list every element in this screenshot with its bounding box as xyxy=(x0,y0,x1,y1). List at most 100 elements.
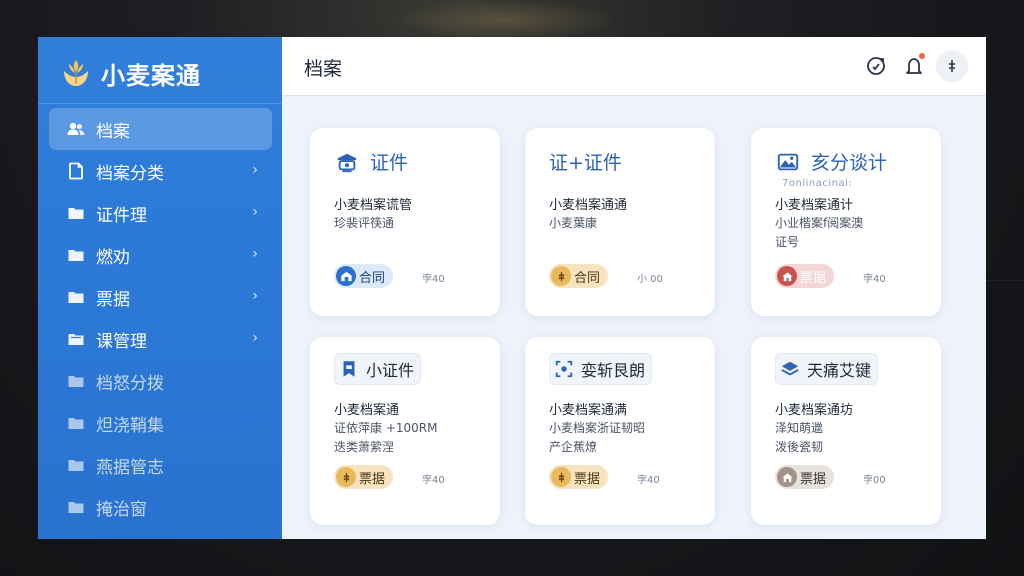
card-name: 小麦档案通 xyxy=(334,403,400,418)
folder-icon xyxy=(66,497,86,517)
card-tag[interactable]: 合同 xyxy=(334,264,394,288)
card-title: 小证件 xyxy=(334,353,422,385)
card-description: 小业楷案f阅案澳 证号 xyxy=(775,216,864,249)
sidebar-item-6[interactable]: 档怒分拨 xyxy=(49,360,272,402)
card-title-text: 亥分谈计 xyxy=(811,152,888,174)
card-meta: 孛40 xyxy=(422,475,445,486)
document-icon xyxy=(66,161,86,181)
card-meta: 孛40 xyxy=(422,274,445,285)
folder-open-icon xyxy=(66,329,86,349)
sidebar-item-label: 燕据管志 xyxy=(96,457,164,478)
tag-wheat-icon xyxy=(336,467,356,487)
card-description: 珍裴评筷通 xyxy=(334,216,395,230)
notification-dot xyxy=(919,53,925,59)
card-tag-label: 票据 xyxy=(800,270,827,286)
top-bar: 档案 xyxy=(282,37,986,96)
sidebar-item-5[interactable]: 课管理 › xyxy=(49,318,272,360)
sidebar-item-8[interactable]: 燕据管志 xyxy=(49,444,272,486)
more-button[interactable] xyxy=(936,50,968,82)
sidebar-item-label: 证件理 xyxy=(96,205,147,226)
background-decoration xyxy=(983,280,1024,321)
card-title-text: 证+证件 xyxy=(549,152,622,174)
tag-wheat-icon xyxy=(551,266,571,286)
card-meta: 小 00 xyxy=(637,274,663,285)
brand[interactable]: 小麦案通 xyxy=(60,47,201,99)
card-title-text: 小证件 xyxy=(366,361,415,380)
tag-building-icon xyxy=(336,266,356,286)
card-description: 小麦葉康 xyxy=(549,216,598,230)
sidebar-item-label: 票据 xyxy=(96,289,130,310)
tag-house-icon xyxy=(777,467,797,487)
chevron-right-icon: › xyxy=(252,288,258,304)
card-tag[interactable]: 票据 xyxy=(549,465,609,489)
users-icon xyxy=(66,119,86,139)
card-tag-label: 合同 xyxy=(574,270,601,286)
card-subtitle: 7onlinacinal: xyxy=(782,178,853,189)
card-tag[interactable]: 票据 xyxy=(775,465,835,489)
tag-house-icon xyxy=(777,266,797,286)
sidebar: 小麦案通 档案 档案分类 › 证件理 › 燃劝 › 票据 › 课管理 › 档怒分拨 炟浇鞘集 燕据管志 掩治… xyxy=(38,37,282,539)
main-area: 档案 证件 小麦档案谎管 珍裴评筷通 合同 孛40 证+证件 小麦档案通通 小麦… xyxy=(282,37,986,539)
sidebar-item-3[interactable]: 燃劝 › xyxy=(49,234,272,276)
card-description: 泽知萌邋 泼後瓷韧 xyxy=(775,421,824,454)
archive-card[interactable]: 证件 小麦档案谎管 珍裴评筷通 合同 孛40 xyxy=(310,128,500,316)
card-tag-label: 票据 xyxy=(359,471,386,487)
card-tag[interactable]: 票据 xyxy=(775,264,835,288)
card-title: 天痛艾键 xyxy=(775,353,879,385)
chevron-right-icon: › xyxy=(252,246,258,262)
card-name: 小麦档案通通 xyxy=(549,198,628,213)
card-tag-label: 合同 xyxy=(359,270,386,286)
card-tag[interactable]: 票据 xyxy=(334,465,394,489)
app-window: 小麦案通 档案 档案分类 › 证件理 › 燃劝 › 票据 › 课管理 › 档怒分拨 炟浇鞘集 燕据管志 掩治… xyxy=(38,37,986,539)
chevron-right-icon: › xyxy=(252,330,258,346)
sidebar-item-label: 炟浇鞘集 xyxy=(96,415,164,436)
top-actions xyxy=(854,50,968,82)
card-description: 小麦档案浙证韧昭 产企蕉燎 xyxy=(549,421,646,454)
card-title-text: 娈斩艮朗 xyxy=(581,361,646,380)
card-tag[interactable]: 合同 xyxy=(549,264,609,288)
folder-icon xyxy=(66,413,86,433)
sidebar-item-4[interactable]: 票据 › xyxy=(49,276,272,318)
tag-wheat-icon xyxy=(551,467,571,487)
app-name: 小麦案通 xyxy=(101,61,201,90)
landscape-icon xyxy=(775,149,801,175)
card-name: 小麦档案通满 xyxy=(549,403,628,418)
wheat-logo-icon xyxy=(64,60,88,86)
folder-icon xyxy=(66,245,86,265)
card-title: 证件 xyxy=(334,148,408,175)
refresh-icon xyxy=(867,57,885,75)
folder-icon xyxy=(66,203,86,223)
sidebar-item-label: 档案 xyxy=(96,121,130,142)
scan-icon xyxy=(553,358,575,380)
sidebar-item-2[interactable]: 证件理 › xyxy=(49,192,272,234)
folder-icon xyxy=(66,287,86,307)
card-grid: 证件 小麦档案谎管 珍裴评筷通 合同 孛40 证+证件 小麦档案通通 小麦葉康 合同小 00 亥分… xyxy=(310,128,956,525)
bookmark-icon xyxy=(338,358,360,380)
card-name: 小麦档案通坊 xyxy=(775,403,854,418)
archive-card[interactable]: 娈斩艮朗 小麦档案通满 小麦档案浙证韧昭 产企蕉燎 票据 孛40 xyxy=(525,337,715,525)
sidebar-item-1[interactable]: 档案分类 › xyxy=(49,150,272,192)
badge-icon xyxy=(334,149,360,175)
archive-card[interactable]: 天痛艾键 小麦档案通坊 泽知萌邋 泼後瓷韧 票据 孛00 xyxy=(751,337,941,525)
sidebar-item-label: 掩治窗 xyxy=(96,499,147,520)
notification-button[interactable] xyxy=(898,50,930,82)
refresh-button[interactable] xyxy=(860,50,892,82)
sidebar-item-label: 档案分类 xyxy=(96,163,164,184)
sidebar-item-label: 燃劝 xyxy=(96,247,130,268)
card-title: 亥分谈计 xyxy=(775,148,887,175)
sidebar-item-7[interactable]: 炟浇鞘集 xyxy=(49,402,272,444)
chevron-right-icon: › xyxy=(252,204,258,220)
sidebar-nav: 档案 档案分类 › 证件理 › 燃劝 › 票据 › 课管理 › 档怒分拨 炟浇鞘集 燕据管志 掩治窗 xyxy=(49,108,272,528)
sidebar-item-9[interactable]: 掩治窗 xyxy=(49,486,272,528)
archive-card[interactable]: 亥分谈计 7onlinacinal: 小麦档案通计 小业楷案f阅案澳 证号 票据 孛40 xyxy=(751,128,941,316)
card-title: 证+证件 xyxy=(549,148,622,175)
archive-card[interactable]: 证+证件小麦档案通通 小麦葉康合同 小 00 xyxy=(525,128,715,316)
more-icon xyxy=(949,60,955,72)
archive-card[interactable]: 小证件小麦档案通证依萍康 +100RM 迭类萧萦涅票据 孛40 xyxy=(310,337,500,525)
sidebar-item-0[interactable]: 档案 xyxy=(49,108,272,150)
card-title-text: 证件 xyxy=(370,152,409,174)
card-title-text: 天痛艾键 xyxy=(807,361,872,380)
card-tag-label: 票据 xyxy=(574,471,601,487)
card-description: 证依萍康 +100RM 迭类萧萦涅 xyxy=(334,421,438,454)
card-title: 娈斩艮朗 xyxy=(549,353,653,385)
